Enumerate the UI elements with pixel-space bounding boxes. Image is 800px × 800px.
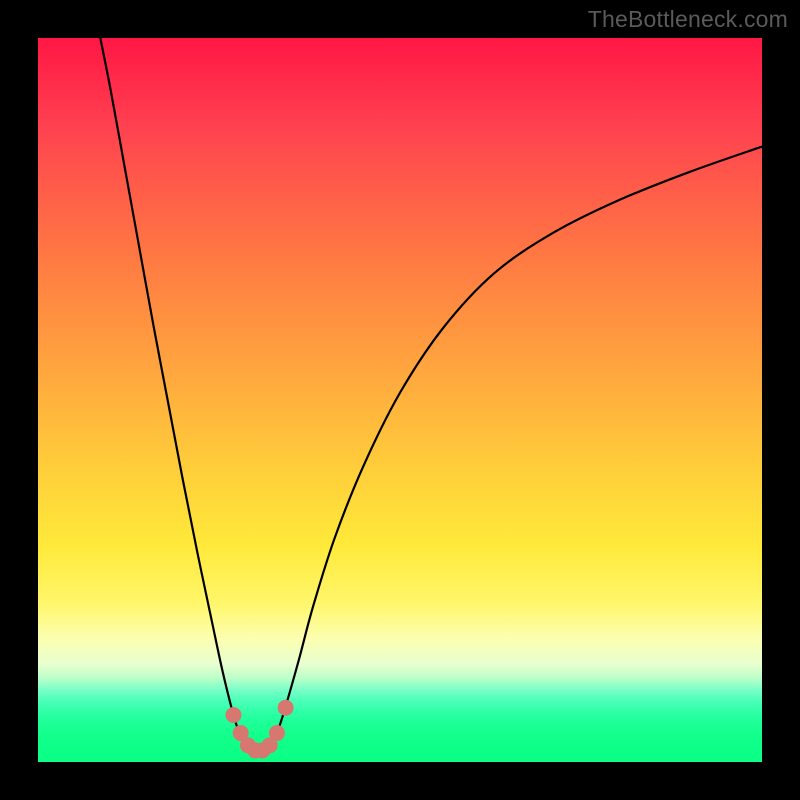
plot-area <box>38 38 762 762</box>
watermark-text: TheBottleneck.com <box>588 6 788 33</box>
right-curve <box>270 147 762 748</box>
salmon-dot <box>269 725 285 741</box>
left-curve <box>96 38 248 748</box>
salmon-dots-group <box>225 700 293 759</box>
salmon-dot <box>225 707 241 723</box>
curves-svg <box>38 38 762 762</box>
outer-frame: TheBottleneck.com <box>0 0 800 800</box>
salmon-dot <box>278 700 294 716</box>
